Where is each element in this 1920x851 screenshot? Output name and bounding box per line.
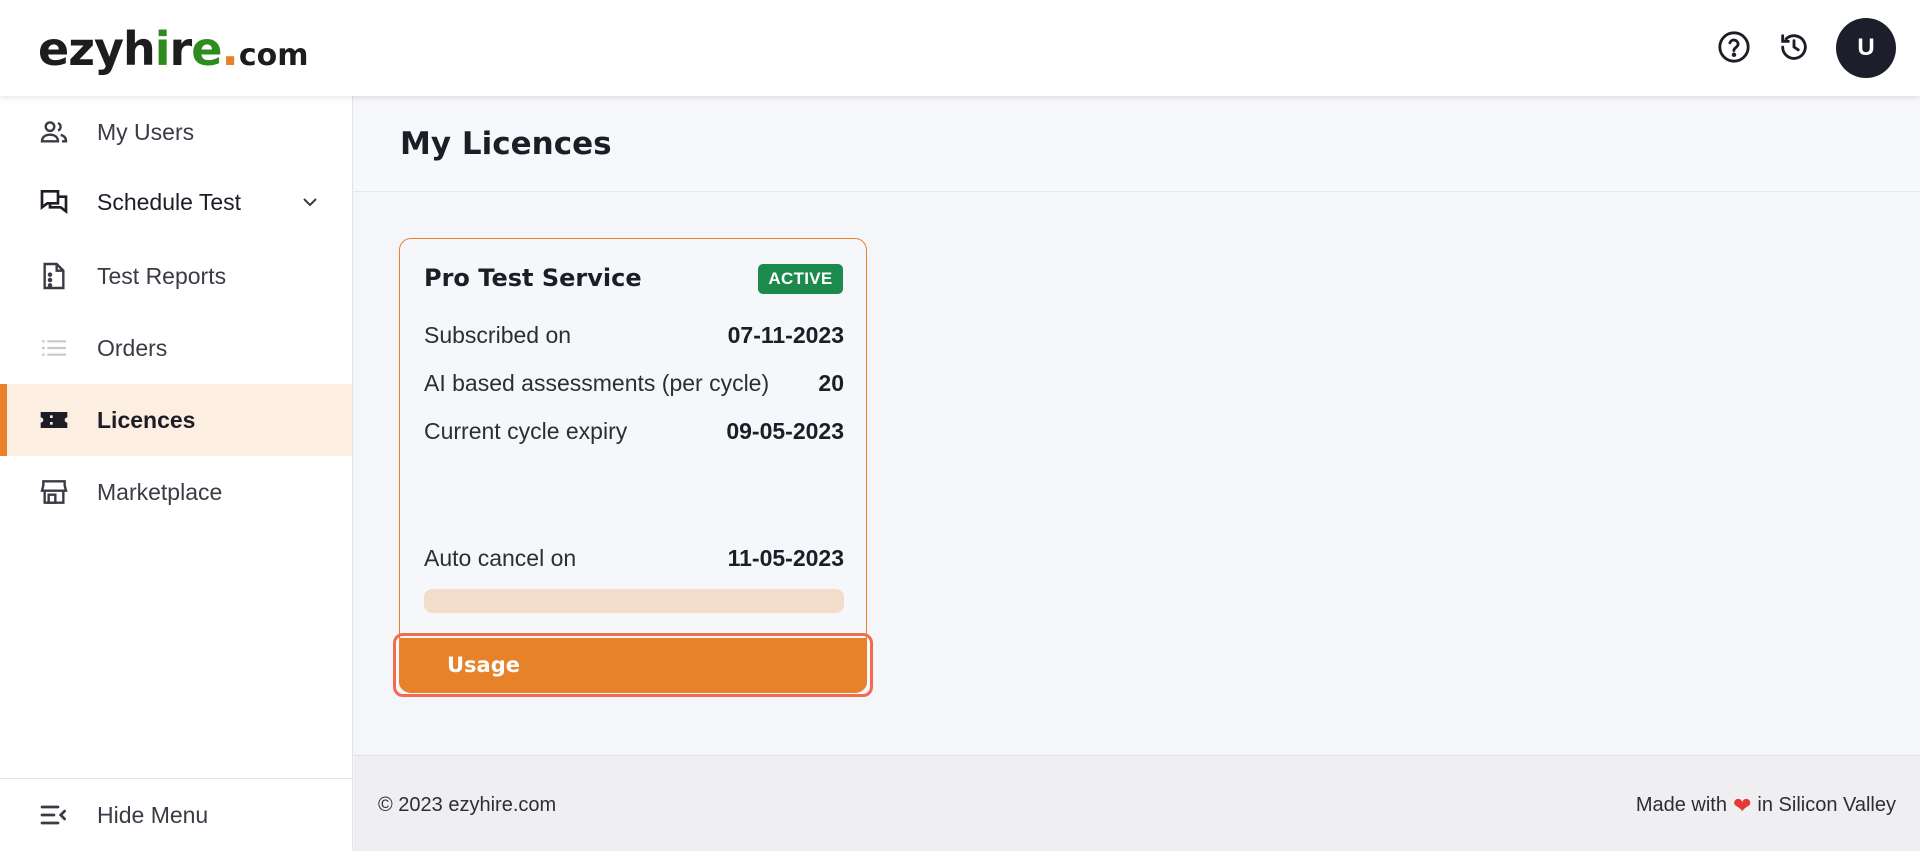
list-icon [38, 332, 70, 364]
hide-menu-label: Hide Menu [97, 801, 209, 828]
sidebar-item-label: My Users [97, 118, 195, 145]
page-header: My Licences [354, 96, 1920, 192]
active-indicator [0, 384, 7, 456]
sidebar-item-label: Test Reports [97, 262, 227, 289]
page-title: My Licences [400, 126, 612, 162]
users-icon [38, 116, 70, 148]
licence-card: Pro Test Service ACTIVE Subscribed on 07… [399, 238, 867, 693]
report-icon [38, 260, 70, 292]
sidebar-item-marketplace[interactable]: Marketplace [0, 456, 352, 528]
sidebar-item-label: Marketplace [97, 478, 223, 505]
user-avatar[interactable]: U [1836, 18, 1896, 78]
sidebar-item-test-reports[interactable]: Test Reports [0, 240, 352, 312]
ticket-icon [38, 404, 70, 436]
sidebar-item-licences[interactable]: Licences [0, 384, 352, 456]
sidebar-item-label: Orders [97, 334, 168, 361]
usage-progress-bar [424, 589, 844, 613]
licence-title: Pro Test Service [424, 264, 642, 292]
hide-menu-button[interactable]: Hide Menu [0, 778, 352, 851]
store-icon [38, 476, 70, 508]
sidebar-item-label: Schedule Test [97, 188, 242, 215]
usage-button[interactable]: Usage [399, 638, 867, 692]
menu-collapse-icon [38, 799, 70, 831]
auto-cancel-row: Auto cancel on 11-05-2023 [424, 544, 844, 571]
help-circle-icon[interactable] [1715, 28, 1753, 66]
cycle-expiry-row: Current cycle expiry 09-05-2023 [424, 417, 844, 444]
top-header: ezyhire. com U [0, 0, 1920, 96]
sidebar-item-schedule-test[interactable]: Schedule Test [0, 166, 352, 238]
chevron-down-icon[interactable] [298, 190, 322, 214]
chat-icon [38, 186, 70, 218]
assessments-row: AI based assessments (per cycle) 20 [424, 369, 844, 396]
made-with-text: Made with ❤ in Silicon Valley [1635, 792, 1896, 818]
status-badge: ACTIVE [758, 264, 843, 294]
heart-icon: ❤ [1732, 792, 1752, 818]
history-icon[interactable] [1775, 28, 1813, 66]
subscribed-on-row: Subscribed on 07-11-2023 [424, 321, 844, 348]
copyright-text: © 2023 ezyhire.com [378, 794, 557, 816]
sidebar-item-orders[interactable]: Orders [0, 312, 352, 384]
footer: © 2023 ezyhire.com Made with ❤ in Silico… [354, 755, 1920, 851]
sidebar-item-label: Licences [97, 406, 196, 433]
sidebar: My Users Schedule Test Test Reports Orde… [0, 96, 353, 851]
ezyhire-logo[interactable]: ezyhire. com [38, 22, 309, 76]
sidebar-item-my-users[interactable]: My Users [0, 96, 352, 168]
